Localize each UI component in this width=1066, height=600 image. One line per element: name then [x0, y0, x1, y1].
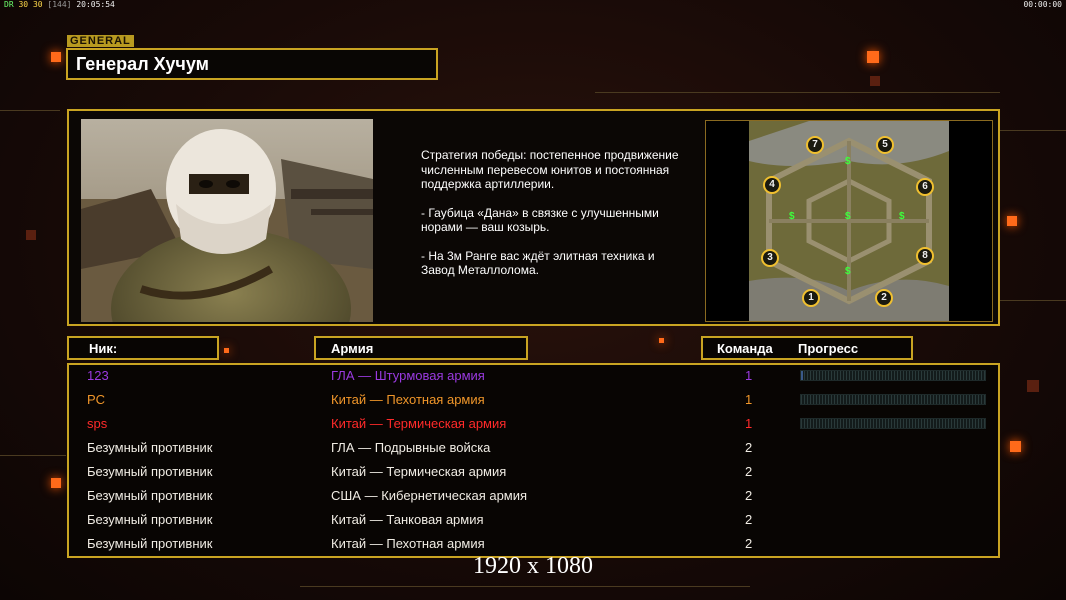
player-nick: sps — [87, 416, 108, 431]
strategy-description: Стратегия победы: постепенное продвижени… — [421, 148, 681, 292]
player-row: Безумный противник ГЛА — Подрывные войска… — [69, 437, 998, 461]
general-tag: GENERAL — [67, 35, 134, 47]
portrait-image — [81, 119, 373, 322]
status-ping: [144] — [47, 0, 72, 9]
player-team: 2 — [745, 440, 753, 455]
player-row: Безумный противник США — Кибернетическая … — [69, 485, 998, 509]
deco-square — [867, 51, 879, 63]
deco-line — [1000, 130, 1066, 131]
player-nick: Безумный противник — [87, 488, 213, 503]
column-team-progress-header: Команда Прогресс — [701, 336, 913, 360]
deco-line — [595, 92, 1000, 93]
deco-square — [1007, 216, 1017, 226]
player-progress-bar — [800, 370, 986, 381]
map-preview: 7 5 4 6 3 8 1 2 $ $ $ $ $ — [749, 121, 949, 321]
map-supply-icon: $ — [845, 211, 851, 222]
player-team: 2 — [745, 488, 753, 503]
deco-line — [1000, 300, 1066, 301]
player-progress-bar — [800, 418, 986, 429]
player-row: 123 ГЛА — Штурмовая армия 1 — [69, 365, 998, 389]
map-supply-icon: $ — [899, 211, 905, 222]
column-nick-header: Ник: — [67, 336, 219, 360]
map-start-8: 8 — [916, 247, 934, 265]
deco-line — [0, 455, 66, 456]
map-start-3: 3 — [761, 249, 779, 267]
player-progress-bar — [800, 394, 986, 405]
game-clock: 00:00:00 — [1023, 0, 1062, 9]
player-team: 1 — [745, 416, 753, 431]
map-start-4: 4 — [763, 176, 781, 194]
player-row: PC Китай — Пехотная армия 1 — [69, 389, 998, 413]
deco-square — [51, 478, 61, 488]
status-dr: DR — [4, 0, 14, 9]
strategy-paragraph-1: Стратегия победы: постепенное продвижени… — [421, 148, 679, 191]
column-team-label: Команда — [717, 341, 773, 356]
player-nick: Безумный противник — [87, 512, 213, 527]
general-info-panel: Стратегия победы: постепенное продвижени… — [67, 109, 1000, 326]
deco-line — [300, 586, 750, 587]
player-army: Китай — Танковая армия — [331, 512, 484, 527]
map-start-5: 5 — [876, 136, 894, 154]
player-army: Китай — Пехотная армия — [331, 536, 485, 551]
map-supply-icon: $ — [845, 156, 851, 167]
column-army-label: Армия — [331, 341, 374, 356]
map-supply-icon: $ — [789, 211, 795, 222]
deco-square — [1010, 441, 1021, 452]
deco-square — [224, 348, 229, 353]
status-time: 20:05:54 — [76, 0, 115, 9]
player-army: Китай — Термическая армия — [331, 416, 507, 431]
strategy-paragraph-3: - На 3м Ранге вас ждёт элитная техника и… — [421, 248, 655, 278]
fps-status: DR 30 30 [144] 20:05:54 — [4, 0, 115, 9]
player-row: Безумный противник Китай — Термическая ар… — [69, 461, 998, 485]
deco-line — [0, 110, 60, 111]
general-name-box: Генерал Хучум — [66, 48, 438, 80]
strategy-paragraph-2: - Гаубица «Дана» в связке с улучшенными … — [421, 205, 659, 235]
player-roster: 123 ГЛА — Штурмовая армия 1 PC Китай — Пехот… — [67, 363, 1000, 558]
deco-square — [870, 76, 880, 86]
player-team: 2 — [745, 464, 753, 479]
player-nick: Безумный противник — [87, 440, 213, 455]
player-nick: PC — [87, 392, 106, 407]
general-portrait — [81, 119, 373, 322]
player-team: 2 — [745, 536, 753, 551]
player-progress-fill — [801, 371, 803, 380]
player-army: Китай — Пехотная армия — [331, 392, 485, 407]
map-start-7: 7 — [806, 136, 824, 154]
player-team: 1 — [745, 368, 753, 383]
map-preview-frame: 7 5 4 6 3 8 1 2 $ $ $ $ $ — [705, 120, 993, 322]
status-fps: 30 — [18, 0, 29, 9]
column-army-header: Армия — [314, 336, 528, 360]
player-army: Китай — Термическая армия — [331, 464, 507, 479]
player-nick: Безумный противник — [87, 464, 213, 479]
deco-square — [51, 52, 61, 62]
deco-square — [659, 338, 664, 343]
player-nick: Безумный противник — [87, 536, 213, 551]
column-nick-label: Ник: — [89, 341, 118, 356]
map-start-2: 2 — [875, 289, 893, 307]
player-team: 2 — [745, 512, 753, 527]
player-army: ГЛА — Подрывные войска — [331, 440, 491, 455]
player-army: ГЛА — Штурмовая армия — [331, 368, 485, 383]
player-army: США — Кибернетическая армия — [331, 488, 528, 503]
map-start-1: 1 — [802, 289, 820, 307]
player-team: 1 — [745, 392, 753, 407]
player-row: sps Китай — Термическая армия 1 — [69, 413, 998, 437]
resolution-label: 1920 x 1080 — [473, 553, 593, 579]
deco-square — [1027, 380, 1039, 392]
player-row: Безумный противник Китай — Танковая армия… — [69, 509, 998, 533]
map-supply-icon: $ — [845, 266, 851, 277]
general-name: Генерал Хучум — [76, 54, 209, 74]
status-fps-limit: 30 — [32, 0, 43, 9]
deco-square — [26, 230, 36, 240]
map-start-6: 6 — [916, 178, 934, 196]
player-nick: 123 — [87, 368, 109, 383]
column-progress-label: Прогресс — [798, 341, 859, 356]
